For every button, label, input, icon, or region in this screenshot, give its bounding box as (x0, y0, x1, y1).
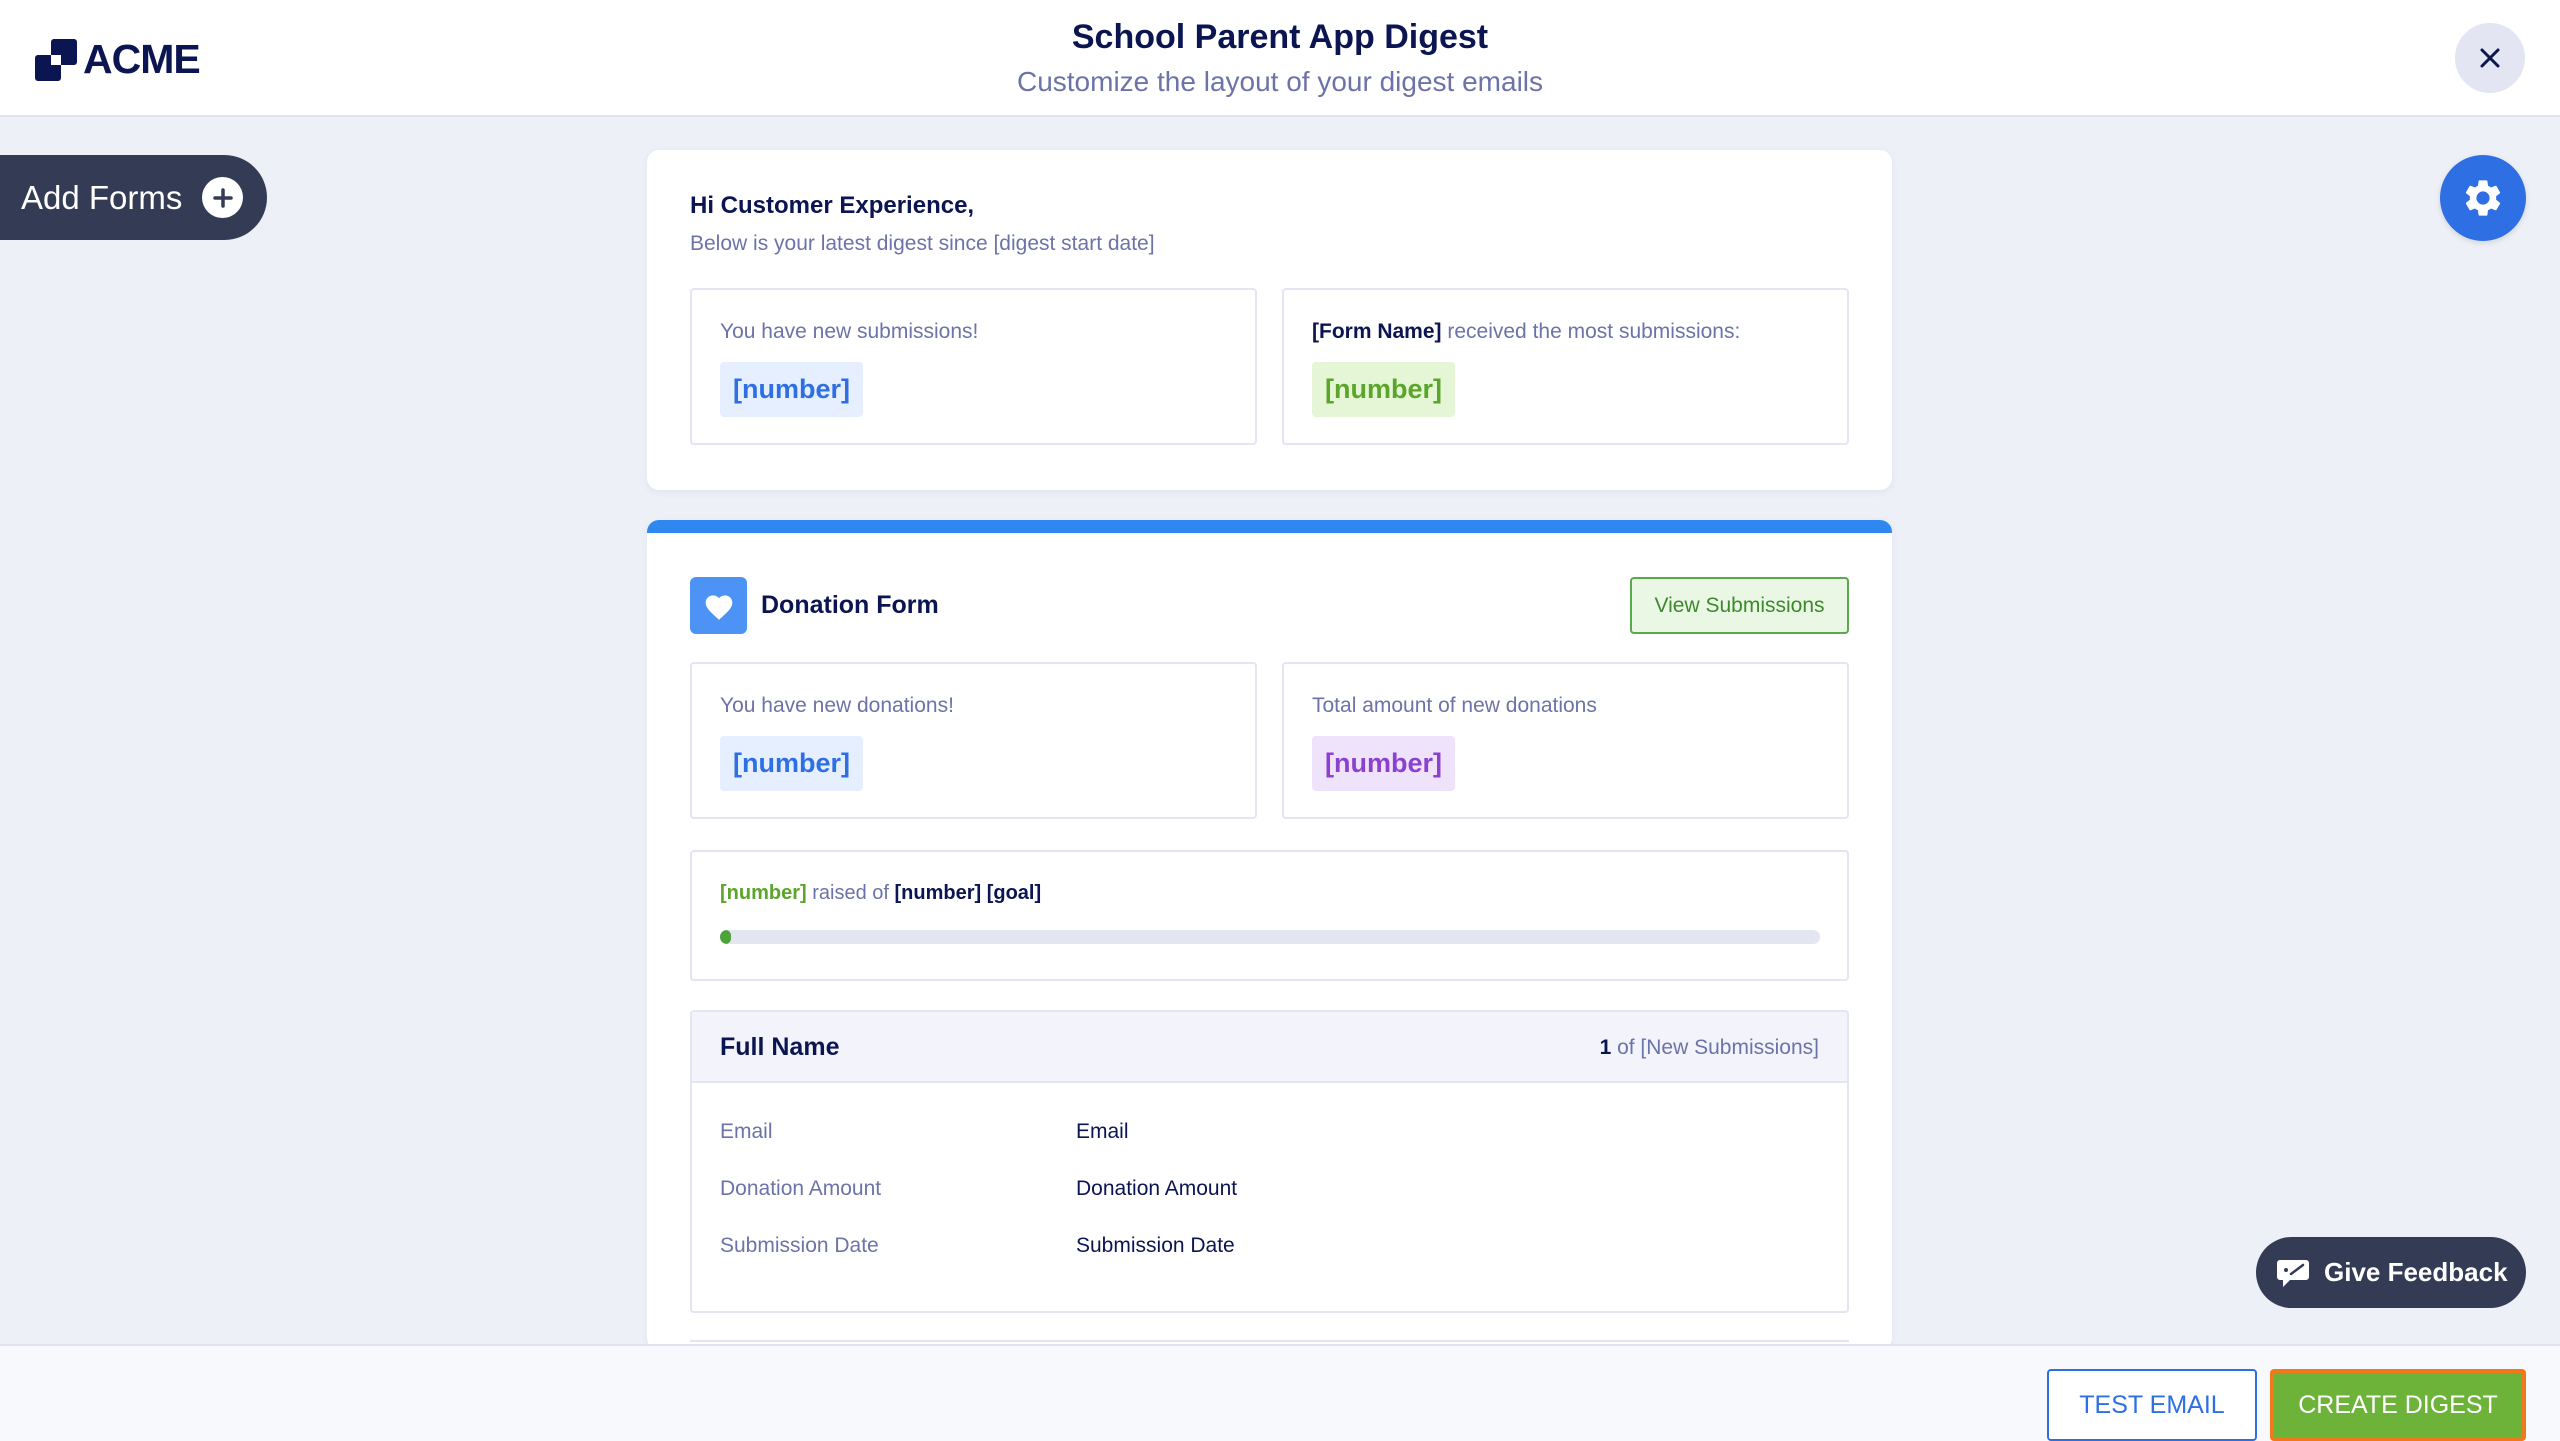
donation-goal-box: [number] raised of [number] [goal] (690, 850, 1849, 981)
close-icon (2480, 48, 2500, 68)
header: ACME School Parent App Digest Customize … (0, 0, 2560, 117)
raised-of-text: raised of (806, 882, 895, 904)
card-accent-bar (647, 520, 1892, 533)
form-name: Donation Form (761, 591, 939, 619)
goal-progress-fill (720, 930, 731, 944)
plus-icon (202, 177, 243, 218)
gear-icon (2465, 180, 2501, 216)
greeting-subtitle: Below is your latest digest since [diges… (690, 232, 1155, 255)
new-donations-box: You have new donations! [number] (690, 662, 1257, 819)
donation-form-card: Donation Form View Submissions You have … (647, 520, 1892, 1350)
goal-progress-bar (720, 930, 1820, 944)
test-email-button[interactable]: TEST EMAIL (2047, 1369, 2257, 1441)
raised-amount: [number] (720, 882, 807, 904)
field-value-donation-amount: Donation Amount (1076, 1177, 1238, 1200)
stat-value: [number] (1312, 362, 1455, 417)
stat-value: [number] (720, 736, 863, 791)
add-forms-label: Add Forms (21, 178, 183, 216)
form-name-placeholder: [Form Name] (1312, 320, 1442, 343)
add-forms-button[interactable]: Add Forms (0, 155, 267, 240)
footer: TEST EMAIL CREATE DIGEST (0, 1344, 2560, 1441)
total-donations-box: Total amount of new donations [number] (1282, 662, 1849, 819)
submission-title: Full Name (720, 1033, 840, 1061)
feedback-icon (2277, 1259, 2309, 1287)
stat-value: [number] (720, 362, 863, 417)
new-submissions-box: You have new submissions! [number] (690, 288, 1257, 445)
field-label-donation-amount: Donation Amount (720, 1177, 882, 1200)
goal-text: [number] raised of [number] [goal] (720, 882, 1041, 905)
page-title: School Parent App Digest (1071, 18, 1489, 56)
goal-amount: [number] [goal] (894, 882, 1042, 904)
stat-value: [number] (1312, 736, 1455, 791)
field-label-email: Email (720, 1120, 773, 1143)
give-feedback-label: Give Feedback (2324, 1257, 2508, 1287)
divider (690, 1340, 1849, 1342)
submission-header: Full Name 1 of [New Submissions] (692, 1012, 1847, 1083)
greeting-title: Hi Customer Experience, (690, 192, 975, 219)
give-feedback-button[interactable]: Give Feedback (2256, 1237, 2526, 1308)
stat-label: You have new donations! (720, 694, 954, 717)
submission-count: 1 of [New Submissions] (1600, 1036, 1819, 1060)
stat-label: [Form Name] received the most submission… (1312, 320, 1740, 344)
stat-label: Total amount of new donations (1312, 694, 1597, 717)
page-subtitle: Customize the layout of your digest emai… (1016, 66, 1544, 97)
heart-icon (690, 577, 747, 634)
submission-preview: Full Name 1 of [New Submissions] Email E… (690, 1010, 1849, 1313)
settings-button[interactable] (2440, 155, 2526, 241)
submission-count-current: 1 (1599, 1036, 1612, 1059)
create-digest-button[interactable]: CREATE DIGEST (2270, 1369, 2526, 1441)
most-submissions-box: [Form Name] received the most submission… (1282, 288, 1849, 445)
view-submissions-button[interactable]: View Submissions (1630, 577, 1849, 634)
greeting-card: Hi Customer Experience, Below is your la… (647, 150, 1892, 490)
field-value-email: Email (1076, 1120, 1129, 1143)
submission-count-suffix: of [New Submissions] (1611, 1036, 1819, 1059)
stat-label-text: received the most submissions: (1441, 320, 1741, 343)
field-value-submission-date: Submission Date (1076, 1234, 1235, 1257)
field-label-submission-date: Submission Date (720, 1234, 879, 1257)
close-button[interactable] (2455, 23, 2525, 93)
stat-label: You have new submissions! (720, 320, 979, 343)
